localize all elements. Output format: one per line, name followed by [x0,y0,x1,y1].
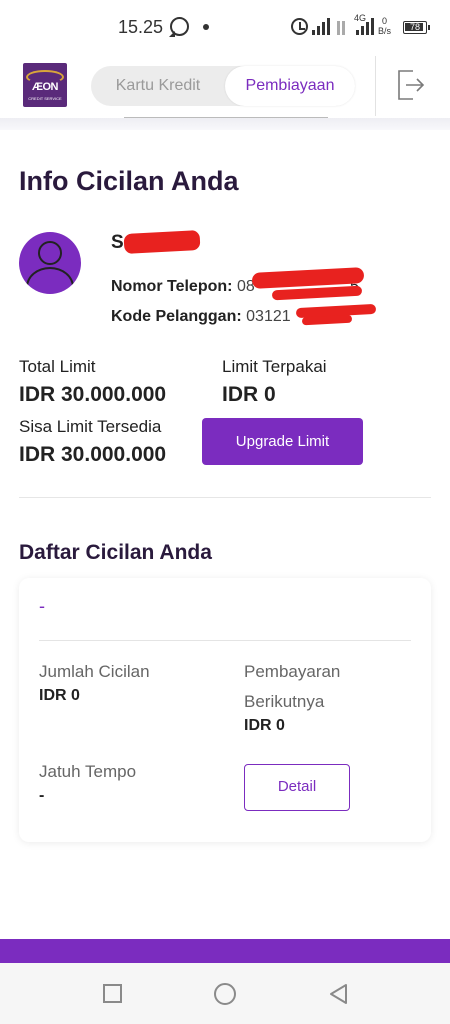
card-divider [39,640,411,641]
tab-kartu-kredit[interactable]: Kartu Kredit [91,66,225,106]
battery-level: 78 [409,22,420,32]
header-underline [124,117,328,118]
phone-redaction-2 [271,285,363,301]
total-limit-label: Total Limit [19,357,96,376]
signal-icon [312,17,334,35]
system-nav-bar [0,963,450,1024]
installments-title: Daftar Cicilan Anda [19,541,212,564]
remaining-limit-label: Sisa Limit Tersedia [19,417,162,436]
avatar-body-icon [26,267,74,294]
used-limit-value: IDR 0 [222,383,276,406]
signal-icon-2 [354,17,376,35]
aeon-logo: ÆON CREDIT SERVICE [23,63,67,107]
next-payment-label-1: Pembayaran [244,662,341,681]
remaining-limit-value: IDR 30.000.000 [19,443,167,466]
app-header: ÆON CREDIT SERVICE Kartu Kredit Pembiaya… [0,56,450,118]
installment-amount-value: IDR 0 [39,687,80,704]
bottom-accent-bar [0,939,450,963]
user-name: S [111,232,124,253]
customer-code-redaction-2 [301,314,353,326]
logout-icon[interactable] [396,68,426,102]
customer-code-value: 03121 [246,308,291,325]
logo-text: ÆON [32,81,59,93]
phone-line: Nomor Telepon: 08 [111,278,255,296]
network-speed: 0 B/s [378,16,391,36]
data-arrows-icon [336,17,348,35]
name-redaction [123,230,201,254]
installment-card: - Jumlah Cicilan IDR 0 Pembayaran Beriku… [19,578,431,842]
total-limit-value: IDR 30.000.000 [19,383,167,406]
upgrade-limit-button[interactable]: Upgrade Limit [202,418,363,465]
back-icon[interactable] [327,982,349,1006]
network-speed-value: 0 [382,16,388,26]
product-tabs: Kartu Kredit Pembiayaan [91,66,355,106]
phone-label: Nomor Telepon: [111,278,233,295]
logo-subtext: CREDIT SERVICE [28,96,62,101]
avatar-head-icon [38,241,62,265]
installment-name: - [39,596,45,616]
next-payment-label-2: Berikutnya [244,692,325,711]
avatar [19,232,81,294]
header-divider [375,56,376,116]
battery-icon: 78 [403,21,430,34]
header-shadow [0,118,450,130]
network-speed-unit: B/s [378,26,392,36]
customer-code-label: Kode Pelanggan: [111,308,242,325]
status-bar: 15.25 4G 0 B/s 78 [0,0,450,56]
whatsapp-icon [170,17,189,36]
section-divider [19,497,431,498]
alarm-icon [291,18,308,35]
tab-pembiayaan[interactable]: Pembiayaan [225,66,355,106]
recent-apps-icon[interactable] [103,984,122,1003]
detail-button[interactable]: Detail [244,764,350,811]
used-limit-label: Limit Terpakai [222,357,327,376]
customer-code-line: Kode Pelanggan: 03121 [111,308,291,326]
due-date-value: - [39,787,45,804]
notification-dot-icon [203,24,209,30]
next-payment-value: IDR 0 [244,717,285,734]
due-date-label: Jatuh Tempo [39,762,137,781]
home-icon[interactable] [214,983,236,1005]
status-time: 15.25 [118,17,164,37]
installment-amount-label: Jumlah Cicilan [39,662,150,681]
page-title: Info Cicilan Anda [19,166,239,196]
